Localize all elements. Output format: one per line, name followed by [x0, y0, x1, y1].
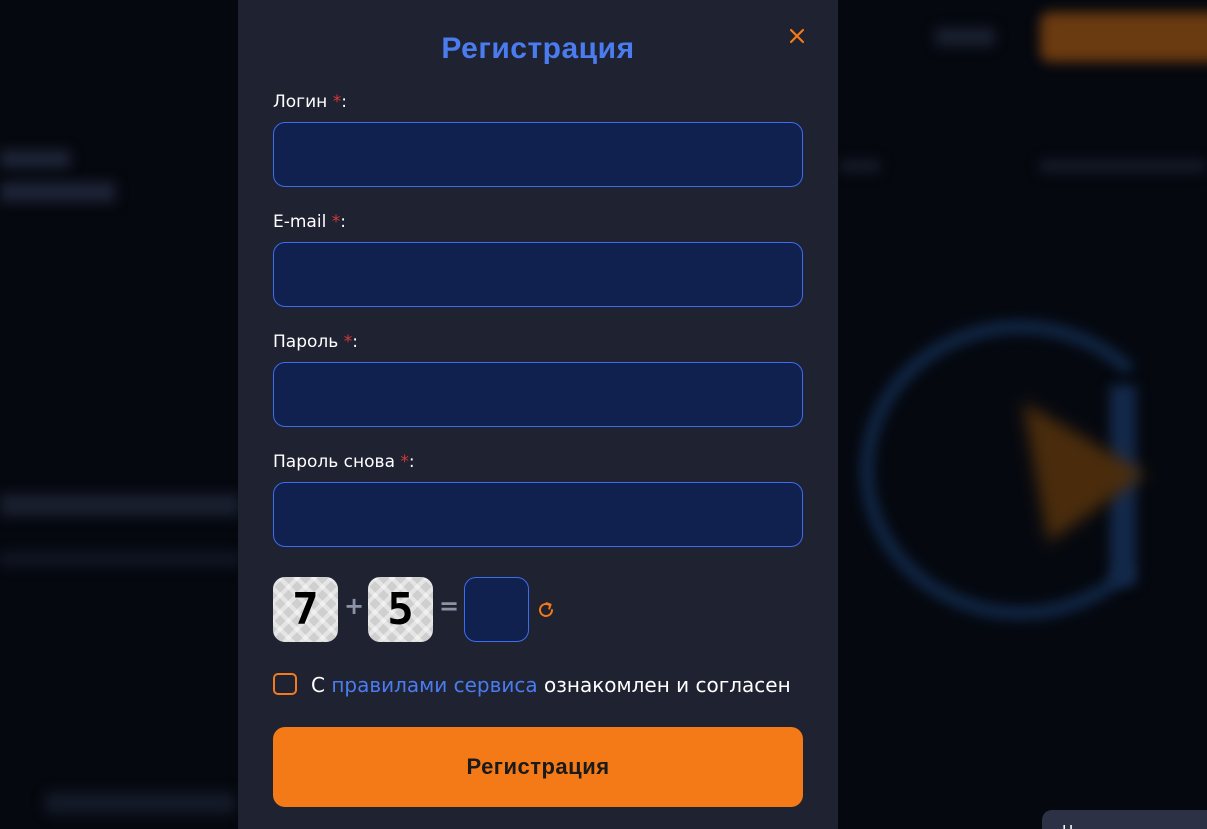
password-input[interactable] — [273, 362, 803, 427]
agree-checkbox[interactable] — [273, 673, 297, 695]
captcha-second-digit: 5 — [387, 584, 414, 635]
header-cta-button — [1040, 12, 1207, 62]
service-rules-link[interactable]: правилами сервиса — [331, 673, 537, 697]
password-label-text: Пароль — [273, 332, 339, 352]
label-colon: : — [341, 92, 347, 112]
password-repeat-label-text: Пароль снова — [273, 452, 395, 472]
email-label-text: E-mail — [273, 212, 327, 232]
label-colon: : — [352, 332, 358, 352]
login-label: Логин *: — [273, 92, 347, 112]
register-submit-button[interactable]: Регистрация — [273, 727, 803, 807]
required-mark: * — [400, 452, 409, 472]
section-heading — [0, 494, 240, 516]
required-mark: * — [331, 212, 341, 232]
captcha-equals-sign: = — [439, 592, 460, 620]
email-label: E-mail *: — [273, 212, 346, 232]
label-colon: : — [340, 212, 346, 232]
required-mark: * — [343, 332, 353, 352]
hero-title-line — [0, 182, 115, 202]
refresh-icon[interactable] — [536, 600, 556, 620]
chat-widget-tab[interactable]: Н — [1042, 810, 1207, 829]
agreement-suffix: ознакомлен и согласен — [544, 673, 791, 697]
label-colon: : — [408, 452, 415, 472]
modal-title: Регистрация — [441, 32, 635, 65]
captcha-second-digit-image: 5 — [368, 577, 433, 642]
captcha-first-digit: 7 — [292, 584, 319, 635]
header-login-link — [935, 28, 995, 46]
nav-item — [1040, 160, 1205, 172]
captcha-answer-input[interactable] — [464, 577, 529, 642]
agreement-prefix: С — [311, 673, 325, 697]
login-label-text: Логин — [273, 92, 328, 112]
registration-modal: Регистрация Логин *: E-mail *: Пароль *:… — [238, 0, 838, 829]
nav-item — [840, 160, 880, 172]
login-input[interactable] — [273, 122, 803, 187]
chat-widget-label: Н — [1062, 822, 1073, 829]
password-repeat-label: Пароль снова *: — [273, 452, 415, 472]
captcha-first-digit-image: 7 — [273, 577, 338, 642]
close-icon[interactable] — [787, 26, 807, 46]
required-mark: * — [332, 92, 342, 112]
captcha-plus-sign: + — [344, 592, 365, 620]
password-repeat-input[interactable] — [273, 482, 803, 547]
password-label: Пароль *: — [273, 332, 358, 352]
footer-block — [45, 792, 235, 814]
section-text — [0, 552, 240, 566]
hero-title-line — [0, 150, 70, 168]
email-input[interactable] — [273, 242, 803, 307]
agreement-text: С правилами сервиса ознакомлен и согласе… — [311, 673, 791, 697]
